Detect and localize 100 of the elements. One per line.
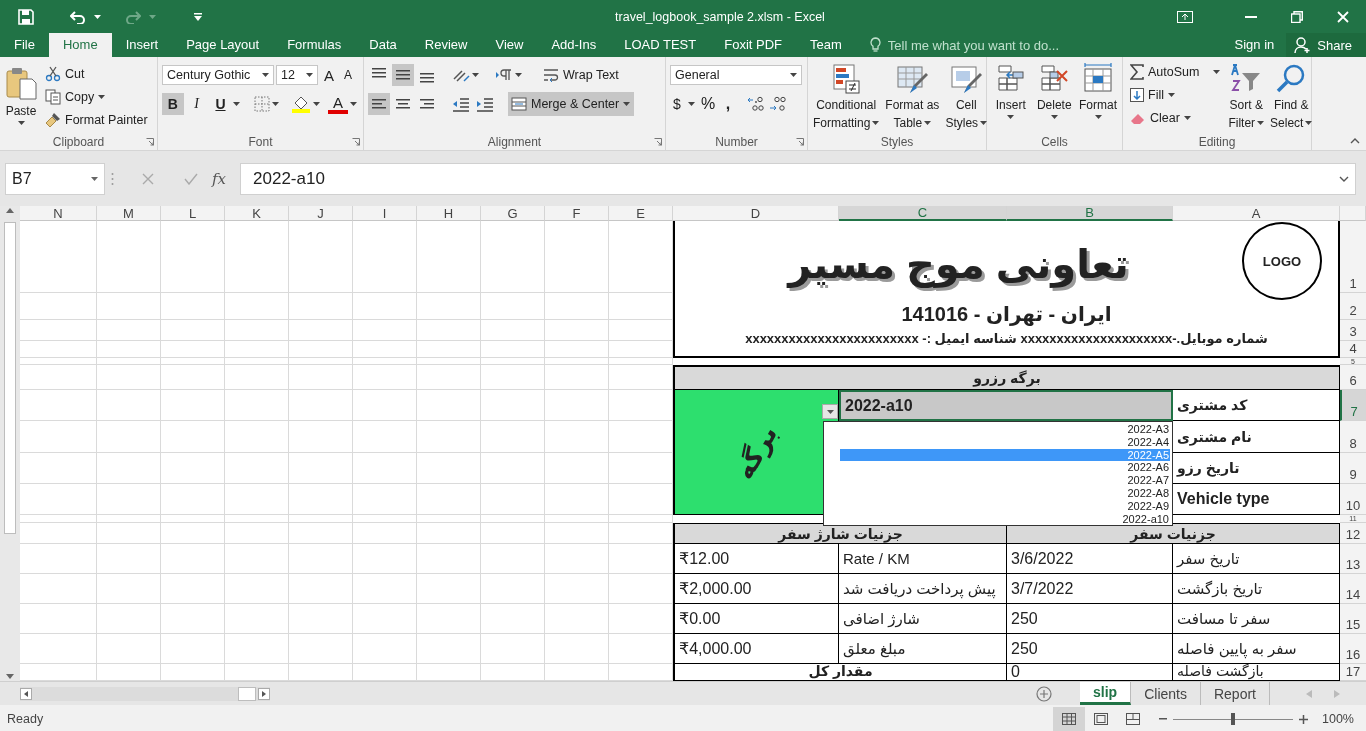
column-header[interactable]: D: [673, 206, 839, 221]
insert-function-button[interactable]: fx: [204, 169, 234, 188]
scroll-thumb[interactable]: [4, 222, 16, 534]
share-button[interactable]: Share: [1286, 33, 1366, 57]
fill-button[interactable]: Fill: [1127, 84, 1224, 106]
row-header[interactable]: 1: [1340, 221, 1366, 293]
find-select-button[interactable]: Find & Select: [1269, 61, 1314, 133]
dropdown-option[interactable]: 2022-A9: [840, 499, 1170, 513]
column-header[interactable]: B: [1007, 206, 1173, 221]
column-header[interactable]: J: [289, 206, 353, 221]
dropdown-button[interactable]: [822, 404, 838, 419]
ribbon-tab[interactable]: LOAD TEST: [610, 33, 711, 57]
ribbon-tab[interactable]: Review: [410, 33, 482, 57]
row-header[interactable]: 10: [1340, 484, 1366, 515]
column-header[interactable]: I: [353, 206, 417, 221]
wrap-text-button[interactable]: Wrap Text: [540, 64, 622, 86]
dropdown-option[interactable]: 2022-A4: [840, 435, 1170, 449]
ribbon-tab[interactable]: Team: [796, 33, 856, 57]
dropdown-option[interactable]: 2022-a10: [840, 512, 1170, 526]
cells-button[interactable]: Format: [1078, 61, 1118, 133]
view-button[interactable]: [1053, 707, 1085, 731]
sign-in-link[interactable]: Sign in: [1222, 33, 1287, 57]
row-header[interactable]: 3: [1340, 320, 1366, 341]
ribbon-tab[interactable]: Add-Ins: [537, 33, 611, 57]
column-header[interactable]: G: [481, 206, 545, 221]
ribbon-tab[interactable]: View: [481, 33, 538, 57]
dropdown-option[interactable]: 2022-A7: [840, 474, 1170, 487]
row-header[interactable]: 8: [1340, 421, 1366, 453]
row-header[interactable]: 4: [1340, 341, 1366, 358]
percent-button[interactable]: %: [699, 93, 717, 115]
format-painter-button[interactable]: Format Painter: [42, 109, 151, 131]
ribbon-tab[interactable]: Insert: [111, 33, 173, 57]
row-header[interactable]: 6: [1340, 365, 1366, 390]
shrink-font-button[interactable]: A: [340, 64, 356, 86]
font-name-field[interactable]: Century Gothic: [162, 65, 274, 85]
dropdown-option[interactable]: 2022-A6: [840, 461, 1170, 475]
column-header[interactable]: K: [225, 206, 289, 221]
name-box[interactable]: B7: [5, 162, 105, 195]
cells-button[interactable]: Insert: [991, 61, 1031, 133]
scroll-thumb[interactable]: [238, 686, 256, 701]
column-header[interactable]: C: [839, 206, 1007, 221]
ribbon-tab[interactable]: File: [0, 33, 49, 57]
row-header[interactable]: 9: [1340, 453, 1366, 484]
row-header[interactable]: 7: [1340, 390, 1366, 421]
bold-button[interactable]: B: [162, 93, 184, 115]
formula-field[interactable]: 2022-a10: [240, 162, 1356, 195]
font-color-button[interactable]: A: [328, 94, 348, 114]
autosum-button[interactable]: AutoSum: [1127, 61, 1224, 83]
zoom-thumb[interactable]: [1231, 713, 1235, 725]
column-header[interactable]: H: [417, 206, 481, 221]
dropdown-option[interactable]: 2022-A3: [840, 423, 1170, 436]
column-header[interactable]: N: [20, 206, 97, 221]
column-header[interactable]: E: [609, 206, 673, 221]
paste-button[interactable]: Paste: [4, 61, 38, 133]
row-header[interactable]: 12: [1340, 523, 1366, 544]
cut-button[interactable]: Cut: [42, 63, 151, 85]
sort-filter-button[interactable]: Sort & Filter: [1227, 61, 1266, 133]
caret-icon: [1305, 121, 1313, 125]
currency-button[interactable]: $: [670, 93, 684, 115]
align-middle-button[interactable]: [392, 64, 414, 86]
align-left-button[interactable]: [368, 93, 390, 115]
font-size-field[interactable]: 12: [276, 65, 318, 85]
zoom-level[interactable]: 100%: [1322, 712, 1366, 726]
ribbon-tab[interactable]: Formulas: [273, 33, 356, 57]
cells-button[interactable]: Delete: [1034, 61, 1074, 133]
clear-button[interactable]: Clear: [1127, 107, 1224, 129]
vertical-scrollbar[interactable]: [0, 206, 20, 681]
comma-button[interactable]: ,: [721, 93, 735, 115]
ribbon-tab[interactable]: Home: [48, 33, 112, 57]
ribbon-tab[interactable]: Page Layout: [172, 33, 274, 57]
company-name: تعاونی موج مسیر: [785, 241, 1130, 287]
row-header[interactable]: 16: [1340, 634, 1366, 664]
column-header[interactable]: M: [97, 206, 161, 221]
grow-font-button[interactable]: A: [320, 64, 338, 86]
row-header[interactable]: 13: [1340, 544, 1366, 574]
column-header[interactable]: A: [1173, 206, 1340, 221]
underline-button[interactable]: U: [209, 93, 232, 115]
caret-icon: [94, 14, 101, 19]
customer-code-cell[interactable]: 2022-a10: [839, 390, 1173, 421]
sheet-tab[interactable]: slip: [1080, 682, 1132, 705]
copy-button[interactable]: Copy: [42, 86, 151, 108]
style-button[interactable]: Format as Table: [884, 61, 941, 133]
ribbon-tab[interactable]: Data: [355, 33, 411, 57]
number-format-field[interactable]: General: [670, 65, 802, 85]
row-header[interactable]: 2: [1340, 293, 1366, 320]
merge-center-button[interactable]: Merge & Center: [508, 92, 634, 116]
italic-button[interactable]: I: [185, 93, 208, 115]
column-header[interactable]: F: [545, 206, 609, 221]
row-header[interactable]: 15: [1340, 604, 1366, 634]
ribbon-tab[interactable]: Foxit PDF: [710, 33, 797, 57]
horizontal-scrollbar[interactable]: [20, 686, 270, 701]
dropdown-option[interactable]: 2022-A8: [840, 487, 1170, 500]
highlighted-cell[interactable]: برگه: [673, 390, 839, 515]
tell-me-field[interactable]: Tell me what you want to do...: [885, 36, 1110, 54]
row-header[interactable]: 14: [1340, 574, 1366, 604]
row-header[interactable]: 17: [1340, 664, 1366, 681]
paragraph-direction-icon: [495, 68, 513, 82]
style-button[interactable]: Conditional Formatting: [812, 61, 881, 133]
column-header[interactable]: L: [161, 206, 225, 221]
style-button[interactable]: Cell Styles: [944, 61, 989, 133]
